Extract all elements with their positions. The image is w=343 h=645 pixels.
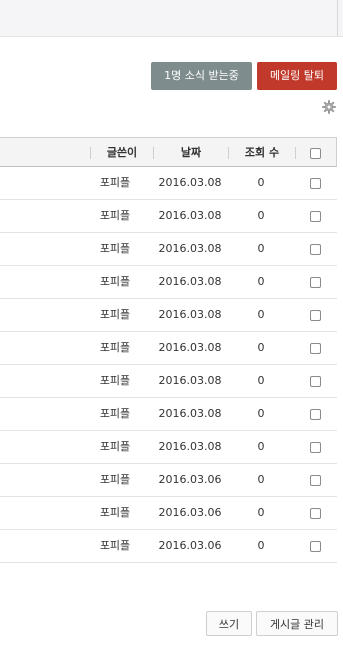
column-author[interactable]: 글쓴이: [91, 138, 153, 168]
post-views: 0: [257, 242, 265, 255]
post-author[interactable]: 포피플: [90, 497, 140, 529]
post-date: 2016.03.08: [158, 209, 222, 222]
row-checkbox[interactable]: [310, 508, 321, 519]
column-date[interactable]: 날짜: [154, 138, 228, 168]
post-views: 0: [257, 341, 265, 354]
row-checkbox[interactable]: [310, 475, 321, 486]
post-author[interactable]: 포피플: [90, 464, 140, 496]
table-body: 포피플 2016.03.08 0 포피플 2016.03.08 0 포피플 2016.03.0…: [0, 167, 337, 563]
post-views: 0: [257, 407, 265, 420]
post-date: 2016.03.08: [158, 308, 222, 321]
table-row[interactable]: 포피플 2016.03.06 0: [0, 497, 337, 530]
post-views: 0: [257, 374, 265, 387]
post-date: 2016.03.08: [158, 440, 222, 453]
post-author[interactable]: 포피플: [90, 233, 140, 265]
post-date: 2016.03.08: [158, 275, 222, 288]
post-views: 0: [257, 506, 265, 519]
select-all-checkbox[interactable]: [310, 148, 321, 159]
row-checkbox[interactable]: [310, 343, 321, 354]
table-row[interactable]: 포피플 2016.03.08 0: [0, 167, 337, 200]
post-date: 2016.03.08: [158, 374, 222, 387]
row-checkbox[interactable]: [310, 244, 321, 255]
post-author[interactable]: 포피플: [90, 266, 140, 298]
row-checkbox[interactable]: [310, 409, 321, 420]
post-list-table: 글쓴이 날짜 조회 수 포피플 2016.03.08 0 포피플 2016.03.08 0…: [0, 137, 337, 563]
table-row[interactable]: 포피플 2016.03.08 0: [0, 332, 337, 365]
post-author[interactable]: 포피플: [90, 200, 140, 232]
column-separator: [295, 147, 296, 159]
row-checkbox[interactable]: [310, 211, 321, 222]
post-author[interactable]: 포피플: [90, 167, 140, 199]
post-views: 0: [257, 539, 265, 552]
post-views: 0: [257, 275, 265, 288]
post-author[interactable]: 포피플: [90, 530, 140, 562]
post-date: 2016.03.06: [158, 473, 222, 486]
post-date: 2016.03.08: [158, 176, 222, 189]
top-bar: [0, 0, 343, 37]
write-button[interactable]: 쓰기: [206, 611, 252, 636]
post-views: 0: [257, 473, 265, 486]
post-date: 2016.03.08: [158, 341, 222, 354]
post-date: 2016.03.06: [158, 539, 222, 552]
post-views: 0: [257, 209, 265, 222]
table-row[interactable]: 포피플 2016.03.08 0: [0, 365, 337, 398]
top-bar-divider: [337, 0, 338, 36]
post-author[interactable]: 포피플: [90, 299, 140, 331]
table-row[interactable]: 포피플 2016.03.06 0: [0, 464, 337, 497]
table-row[interactable]: 포피플 2016.03.06 0: [0, 530, 337, 563]
table-row[interactable]: 포피플 2016.03.08 0: [0, 398, 337, 431]
subscription-status-button[interactable]: 1명 소식 받는중: [151, 62, 252, 90]
manage-posts-button[interactable]: 게시글 관리: [256, 611, 338, 636]
post-date: 2016.03.08: [158, 242, 222, 255]
table-header: 글쓴이 날짜 조회 수: [0, 137, 337, 167]
post-author[interactable]: 포피플: [90, 365, 140, 397]
post-views: 0: [257, 440, 265, 453]
post-author[interactable]: 포피플: [90, 431, 140, 463]
row-checkbox[interactable]: [310, 442, 321, 453]
table-row[interactable]: 포피플 2016.03.08 0: [0, 299, 337, 332]
column-views[interactable]: 조회 수: [229, 138, 295, 168]
row-checkbox[interactable]: [310, 541, 321, 552]
post-author[interactable]: 포피플: [90, 398, 140, 430]
post-date: 2016.03.08: [158, 407, 222, 420]
unsubscribe-mailing-button[interactable]: 메일링 탈퇴: [257, 62, 337, 90]
gear-icon[interactable]: [322, 100, 336, 114]
post-views: 0: [257, 176, 265, 189]
row-checkbox[interactable]: [310, 277, 321, 288]
row-checkbox[interactable]: [310, 376, 321, 387]
post-views: 0: [257, 308, 265, 321]
post-date: 2016.03.06: [158, 506, 222, 519]
table-row[interactable]: 포피플 2016.03.08 0: [0, 266, 337, 299]
row-checkbox[interactable]: [310, 310, 321, 321]
row-checkbox[interactable]: [310, 178, 321, 189]
table-row[interactable]: 포피플 2016.03.08 0: [0, 233, 337, 266]
table-row[interactable]: 포피플 2016.03.08 0: [0, 431, 337, 464]
post-author[interactable]: 포피플: [90, 332, 140, 364]
table-row[interactable]: 포피플 2016.03.08 0: [0, 200, 337, 233]
